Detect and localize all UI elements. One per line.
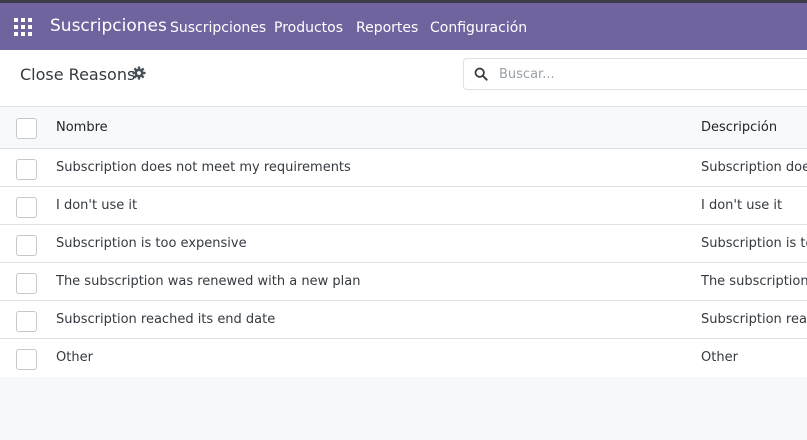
- menu-item-suscripciones[interactable]: Suscripciones: [170, 20, 266, 36]
- app-name[interactable]: Suscripciones: [50, 16, 167, 36]
- table-row[interactable]: Other Other: [0, 339, 807, 377]
- search-icon: [474, 67, 488, 81]
- row-checkbox[interactable]: [16, 349, 37, 370]
- row-checkbox[interactable]: [16, 197, 37, 218]
- gear-icon[interactable]: [132, 66, 146, 80]
- table-row[interactable]: Subscription reached its end date Subscr…: [0, 301, 807, 339]
- table-header-row: Nombre Descripción: [0, 107, 807, 149]
- close-reasons-table: Nombre Descripción Subscription does not…: [0, 107, 807, 377]
- cell-description: The subscription: [701, 274, 807, 289]
- cell-name: I don't use it: [56, 198, 138, 213]
- menu-item-productos[interactable]: Productos: [274, 20, 343, 36]
- menu-item-reportes[interactable]: Reportes: [356, 20, 418, 36]
- search-box[interactable]: [463, 58, 807, 90]
- cell-description: Other: [701, 350, 738, 365]
- table-row[interactable]: I don't use it I don't use it: [0, 187, 807, 225]
- cell-name: Subscription is too expensive: [56, 236, 247, 251]
- cell-name: Other: [56, 350, 93, 365]
- cell-name: Subscription does not meet my requiremen…: [56, 160, 351, 175]
- cell-description: Subscription reac: [701, 312, 807, 327]
- cell-description: I don't use it: [701, 198, 783, 213]
- column-header-description[interactable]: Descripción: [701, 120, 777, 135]
- cell-name: Subscription reached its end date: [56, 312, 276, 327]
- table-row[interactable]: The subscription was renewed with a new …: [0, 263, 807, 301]
- row-checkbox[interactable]: [16, 235, 37, 256]
- page-title: Close Reasons: [20, 65, 136, 84]
- cell-description: Subscription is to: [701, 236, 807, 251]
- row-checkbox[interactable]: [16, 311, 37, 332]
- select-all-checkbox[interactable]: [16, 118, 37, 139]
- search-input[interactable]: [499, 63, 799, 85]
- apps-grid-icon[interactable]: [14, 18, 32, 36]
- column-header-name[interactable]: Nombre: [56, 120, 108, 135]
- table-row[interactable]: Subscription does not meet my requiremen…: [0, 149, 807, 187]
- top-navbar: Suscripciones Suscripciones Productos Re…: [0, 0, 807, 50]
- table-row[interactable]: Subscription is too expensive Subscripti…: [0, 225, 807, 263]
- cell-name: The subscription was renewed with a new …: [56, 274, 361, 289]
- menu-item-configuracion[interactable]: Configuración: [430, 20, 527, 36]
- cell-description: Subscription does: [701, 160, 807, 175]
- row-checkbox[interactable]: [16, 273, 37, 294]
- control-panel: Close Reasons: [0, 50, 807, 107]
- row-checkbox[interactable]: [16, 159, 37, 180]
